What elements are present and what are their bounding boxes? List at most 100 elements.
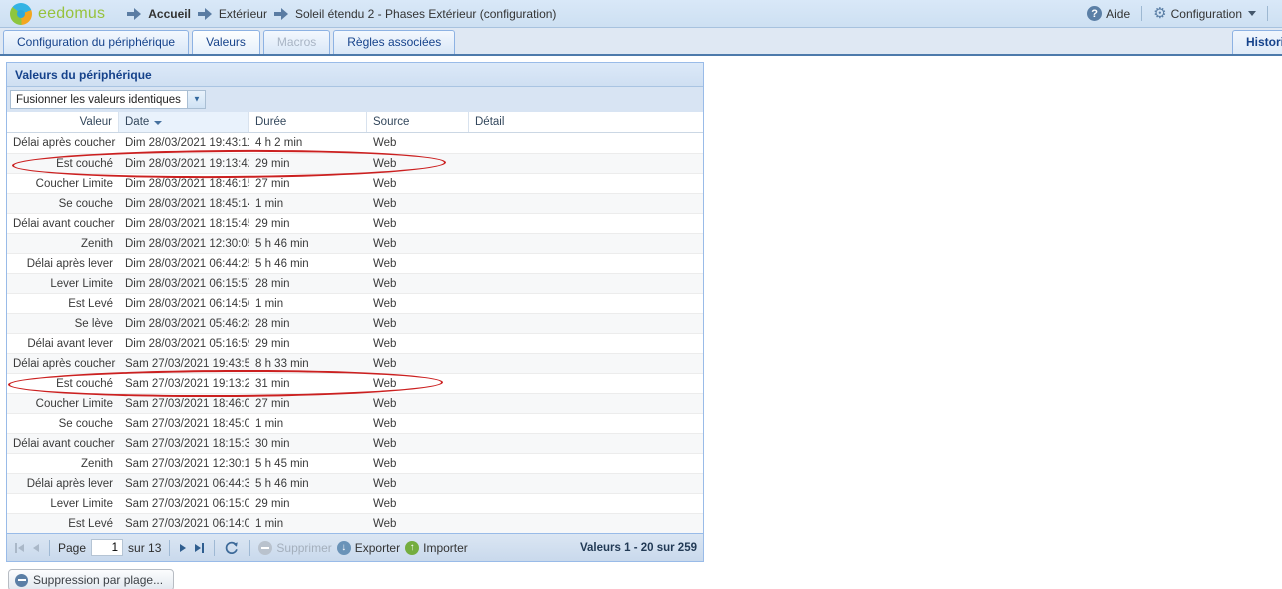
cell-date: Dim 28/03/2021 05:46:28 (119, 318, 249, 330)
breadcrumb-home[interactable]: Accueil (148, 7, 191, 21)
table-row[interactable]: Est couchéSam 27/03/2021 19:13:2931 minW… (7, 373, 703, 393)
cell-duree: 1 min (249, 298, 367, 310)
previous-page-button[interactable] (31, 542, 41, 554)
logo-text: eedomus (38, 5, 105, 23)
table-row[interactable]: Est couchéDim 28/03/2021 19:13:4229 minW… (7, 153, 703, 173)
table-row[interactable]: Coucher LimiteSam 27/03/2021 18:46:0227 … (7, 393, 703, 413)
table-row[interactable]: Est LevéSam 27/03/2021 06:14:041 minWeb (7, 513, 703, 533)
cell-duree: 1 min (249, 198, 367, 210)
column-header-date[interactable]: Date (119, 112, 249, 132)
panel-toolbar: Fusionner les valeurs identiques ▼ (7, 87, 703, 112)
cell-date: Sam 27/03/2021 18:46:02 (119, 398, 249, 410)
cell-duree: 28 min (249, 318, 367, 330)
page-number-input[interactable] (91, 539, 123, 556)
cell-source: Web (367, 478, 469, 490)
table-row[interactable]: Délai après leverDim 28/03/2021 06:44:25… (7, 253, 703, 273)
configuration-label: Configuration (1171, 7, 1242, 21)
cell-date: Dim 28/03/2021 06:14:56 (119, 298, 249, 310)
table-row[interactable]: Délai avant coucherDim 28/03/2021 18:15:… (7, 213, 703, 233)
tab-regles-associees[interactable]: Règles associées (333, 30, 455, 54)
table-row[interactable]: Lever LimiteSam 27/03/2021 06:15:0529 mi… (7, 493, 703, 513)
table-row[interactable]: Lever LimiteDim 28/03/2021 06:15:5728 mi… (7, 273, 703, 293)
configuration-menu-button[interactable]: ⚙ Configuration (1153, 6, 1256, 21)
grid-body: Délai après coucherDim 28/03/2021 19:43:… (7, 133, 703, 533)
tab-valeurs[interactable]: Valeurs (192, 30, 260, 54)
column-header-detail[interactable]: Détail (469, 112, 703, 132)
cell-source: Web (367, 158, 469, 170)
breadcrumb-device: Soleil étendu 2 - Phases Extérieur (conf… (295, 7, 556, 21)
divider (49, 540, 50, 556)
divider (249, 540, 250, 556)
sort-desc-icon (154, 121, 162, 125)
breadcrumb-room[interactable]: Extérieur (219, 7, 267, 21)
cell-date: Dim 28/03/2021 05:16:59 (119, 338, 249, 350)
refresh-button[interactable] (223, 539, 241, 557)
import-icon: ↑ (405, 541, 419, 555)
export-button[interactable]: ↓ Exporter (337, 541, 400, 555)
table-row[interactable]: ZenithSam 27/03/2021 12:30:145 h 45 minW… (7, 453, 703, 473)
cell-valeur: Lever Limite (7, 278, 119, 290)
cell-valeur: Zenith (7, 238, 119, 250)
table-row[interactable]: Délai avant leverDim 28/03/2021 05:16:59… (7, 333, 703, 353)
cell-source: Web (367, 438, 469, 450)
merge-values-dropdown[interactable]: Fusionner les valeurs identiques ▼ (10, 90, 206, 109)
minus-icon (15, 574, 28, 587)
cell-valeur: Se lève (7, 318, 119, 330)
cell-source: Web (367, 238, 469, 250)
table-row[interactable]: Se coucheSam 27/03/2021 18:45:021 minWeb (7, 413, 703, 433)
delete-button: Supprimer (258, 541, 331, 555)
eedomus-logo[interactable]: eedomus (10, 3, 105, 25)
table-row[interactable]: Délai après coucherDim 28/03/2021 19:43:… (7, 133, 703, 153)
tab-historique[interactable]: Historique (1232, 30, 1282, 54)
tab-configuration-du-peripherique[interactable]: Configuration du périphérique (3, 30, 189, 54)
range-delete-button[interactable]: Suppression par plage... (8, 569, 174, 589)
table-row[interactable]: ZenithDim 28/03/2021 12:30:055 h 46 minW… (7, 233, 703, 253)
table-row[interactable]: Se lèveDim 28/03/2021 05:46:2828 minWeb (7, 313, 703, 333)
cell-duree: 29 min (249, 338, 367, 350)
cell-date: Sam 27/03/2021 18:15:32 (119, 438, 249, 450)
divider (1141, 6, 1142, 21)
column-header-source[interactable]: Source (367, 112, 469, 132)
help-button[interactable]: ? Aide (1087, 6, 1130, 21)
cell-duree: 29 min (249, 498, 367, 510)
table-row[interactable]: Coucher LimiteDim 28/03/2021 18:46:1527 … (7, 173, 703, 193)
cell-source: Web (367, 137, 469, 149)
cell-valeur: Est Levé (7, 298, 119, 310)
column-header-valeur[interactable]: Valeur (7, 112, 119, 132)
import-button[interactable]: ↑ Importer (405, 541, 468, 555)
dropdown-trigger[interactable]: ▼ (187, 91, 205, 108)
help-icon: ? (1087, 6, 1102, 21)
last-page-button[interactable] (193, 541, 206, 555)
chevron-down-icon: ▼ (193, 96, 201, 104)
cell-source: Web (367, 518, 469, 530)
cell-date: Dim 28/03/2021 06:15:57 (119, 278, 249, 290)
divider (169, 540, 170, 556)
first-page-button[interactable] (13, 541, 26, 555)
cell-date: Dim 28/03/2021 18:45:14 (119, 198, 249, 210)
cell-date: Dim 28/03/2021 19:13:42 (119, 158, 249, 170)
next-page-button[interactable] (178, 542, 188, 554)
cell-valeur: Est couché (7, 378, 119, 390)
cell-date: Sam 27/03/2021 19:13:29 (119, 378, 249, 390)
cell-duree: 5 h 45 min (249, 458, 367, 470)
pager-toolbar: Page sur 13 Supprimer ↓ Exporter ↑ Impor… (7, 533, 703, 561)
table-row[interactable]: Se coucheDim 28/03/2021 18:45:141 minWeb (7, 193, 703, 213)
cell-duree: 8 h 33 min (249, 358, 367, 370)
column-header-duree[interactable]: Durée (249, 112, 367, 132)
table-row[interactable]: Délai avant coucherSam 27/03/2021 18:15:… (7, 433, 703, 453)
gear-icon: ⚙ (1153, 6, 1166, 21)
cell-date: Sam 27/03/2021 19:43:59 (119, 358, 249, 370)
table-row[interactable]: Délai après coucherSam 27/03/2021 19:43:… (7, 353, 703, 373)
cell-date: Dim 28/03/2021 06:44:25 (119, 258, 249, 270)
cell-valeur: Est couché (7, 158, 119, 170)
divider (214, 540, 215, 556)
page-count-label: sur 13 (128, 541, 161, 555)
cell-valeur: Délai après coucher (7, 137, 119, 149)
cell-source: Web (367, 298, 469, 310)
table-row[interactable]: Est LevéDim 28/03/2021 06:14:561 minWeb (7, 293, 703, 313)
breadcrumb-arrow-icon (198, 8, 212, 20)
cell-duree: 29 min (249, 218, 367, 230)
table-row[interactable]: Délai après leverSam 27/03/2021 06:44:34… (7, 473, 703, 493)
delete-label: Supprimer (276, 541, 331, 555)
cell-duree: 31 min (249, 378, 367, 390)
